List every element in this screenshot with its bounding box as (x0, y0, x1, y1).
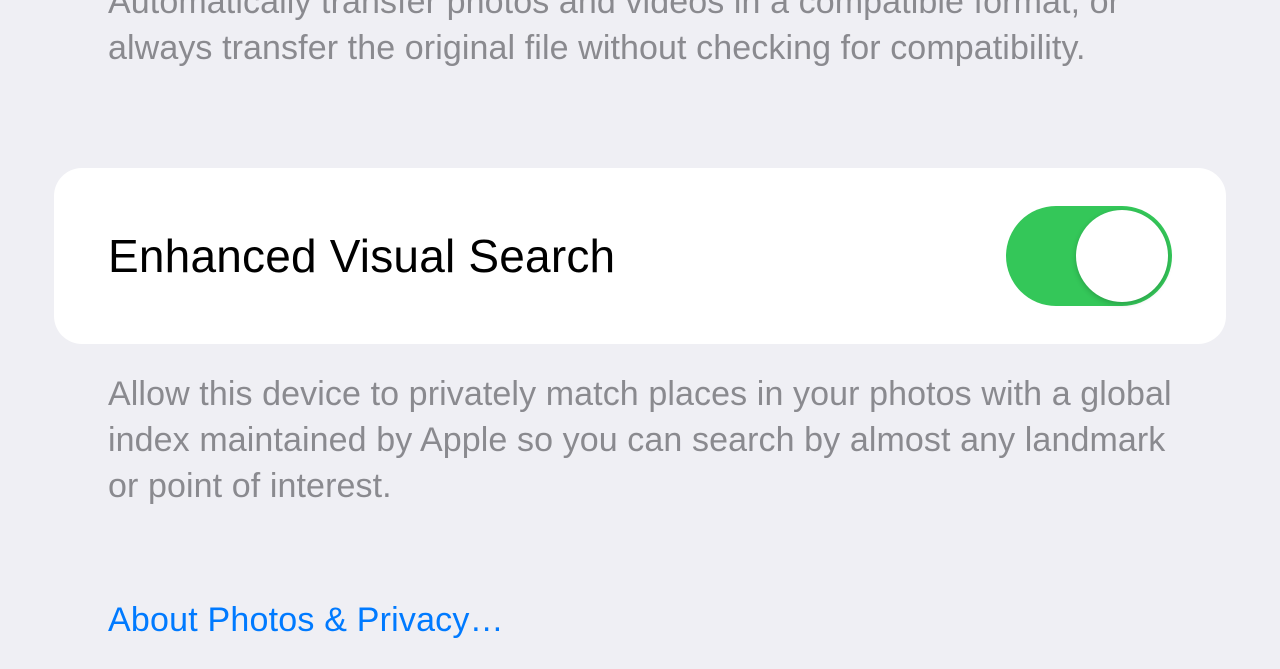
privacy-link-row: About Photos & Privacy… (0, 601, 1280, 640)
enhanced-visual-search-row[interactable]: Enhanced Visual Search (54, 168, 1226, 344)
transfer-footer-text: Automatically transfer photos and videos… (0, 0, 1280, 72)
about-photos-privacy-link[interactable]: About Photos & Privacy… (108, 601, 504, 639)
settings-section: Automatically transfer photos and videos… (0, 0, 1280, 640)
visual-search-footer-text: Allow this device to privately match pla… (0, 372, 1280, 510)
toggle-knob (1076, 210, 1168, 302)
enhanced-visual-search-toggle[interactable] (1006, 206, 1172, 306)
enhanced-visual-search-label: Enhanced Visual Search (108, 229, 615, 283)
